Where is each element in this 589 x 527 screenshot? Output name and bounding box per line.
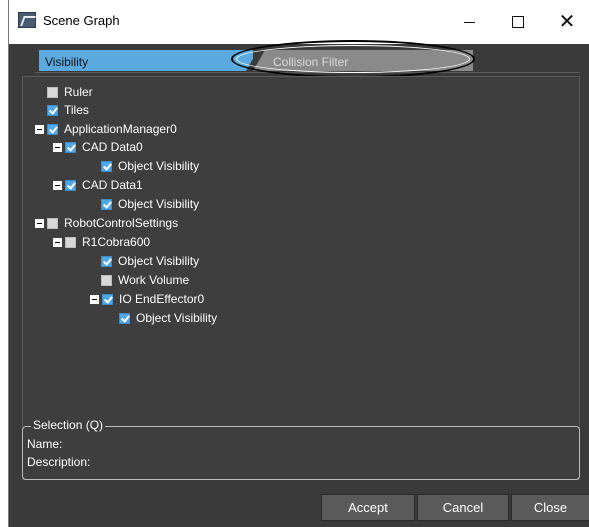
tree-item-cad-data0[interactable]: CAD Data0: [53, 138, 143, 156]
tree-item-label: Object Visibility: [118, 159, 200, 173]
tree-item-io-endeffector0[interactable]: IO EndEffector0: [90, 290, 204, 308]
tree-item-label: R1Cobra600: [82, 235, 151, 249]
tab-collision-filter[interactable]: Collision Filter: [253, 50, 473, 71]
tree-item-cad-data1[interactable]: CAD Data1: [53, 176, 143, 194]
tree-item-label: CAD Data1: [82, 178, 143, 192]
applicationmanager0-checkbox[interactable]: [47, 123, 58, 135]
scene-tree: Ruler Tiles ApplicationManager0 CAD Data…: [22, 76, 580, 480]
r1cobra600-checkbox[interactable]: [65, 236, 76, 248]
selection-group: Selection (Q) Name: Description:: [22, 418, 580, 480]
object-visibility-checkbox[interactable]: [101, 198, 112, 210]
tree-item-object-visibility[interactable]: Object Visibility: [119, 309, 217, 327]
minimize-icon: [463, 21, 475, 23]
tiles-checkbox[interactable]: [47, 104, 58, 116]
maximize-button[interactable]: [495, 0, 541, 44]
tree-item-label: RobotControlSettings: [64, 216, 179, 230]
tree-item-object-visibility[interactable]: Object Visibility: [101, 157, 199, 175]
tree-item-label: Object Visibility: [118, 197, 200, 211]
maximize-icon: [512, 16, 524, 28]
tree-item-work-volume[interactable]: Work Volume: [101, 271, 189, 289]
close-button[interactable]: Close: [511, 494, 589, 521]
app-icon: [18, 12, 36, 28]
close-window-button[interactable]: ✕: [544, 0, 589, 44]
scene-graph-window: Scene Graph ✕ Visibility Collision Filte…: [8, 0, 589, 527]
cad-data1-checkbox[interactable]: [65, 179, 76, 191]
tree-item-label: Object Visibility: [118, 254, 200, 268]
collapse-icon[interactable]: [53, 237, 62, 247]
tab-bar: Visibility Collision Filter: [35, 50, 580, 73]
tree-item-label: Work Volume: [118, 273, 190, 287]
tree-item-object-visibility[interactable]: Object Visibility: [101, 195, 199, 213]
cad-data0-checkbox[interactable]: [65, 141, 76, 153]
tree-item-tiles[interactable]: Tiles: [47, 101, 89, 119]
tab-visibility[interactable]: Visibility: [39, 50, 258, 71]
tree-item-ruler[interactable]: Ruler: [47, 83, 93, 101]
tree-item-applicationmanager0[interactable]: ApplicationManager0: [35, 120, 177, 138]
tree-item-label: Ruler: [64, 85, 93, 99]
tree-item-robotcontrolsettings[interactable]: RobotControlSettings: [35, 214, 178, 232]
tree-item-label: CAD Data0: [82, 140, 143, 154]
object-visibility-checkbox[interactable]: [119, 312, 130, 324]
tree-item-object-visibility[interactable]: Object Visibility: [101, 252, 199, 270]
object-visibility-checkbox[interactable]: [101, 160, 112, 172]
title-bar: Scene Graph ✕: [9, 0, 589, 44]
tree-item-label: IO EndEffector0: [119, 292, 205, 306]
io-endeffector0-checkbox[interactable]: [102, 293, 113, 305]
cancel-button[interactable]: Cancel: [417, 494, 509, 521]
work-volume-checkbox[interactable]: [101, 274, 112, 286]
collapse-icon[interactable]: [53, 180, 62, 190]
robotcontrolsettings-checkbox[interactable]: [47, 217, 58, 229]
tree-item-label: Object Visibility: [136, 311, 218, 325]
tree-item-label: ApplicationManager0: [64, 122, 177, 136]
selection-title: Selection (Q): [31, 418, 106, 432]
collapse-icon[interactable]: [90, 294, 99, 304]
collapse-icon[interactable]: [53, 142, 62, 152]
object-visibility-checkbox[interactable]: [101, 255, 112, 267]
minimize-button[interactable]: [446, 0, 492, 44]
close-icon: ✕: [558, 11, 576, 33]
collapse-icon[interactable]: [35, 218, 44, 228]
name-label: Name:: [27, 437, 63, 451]
tree-item-r1cobra600[interactable]: R1Cobra600: [53, 233, 150, 251]
collapse-icon[interactable]: [35, 124, 44, 134]
description-label: Description:: [27, 455, 91, 469]
accept-button[interactable]: Accept: [321, 494, 415, 521]
tree-item-label: Tiles: [64, 103, 89, 117]
ruler-checkbox[interactable]: [47, 86, 58, 98]
window-title: Scene Graph: [43, 13, 120, 28]
